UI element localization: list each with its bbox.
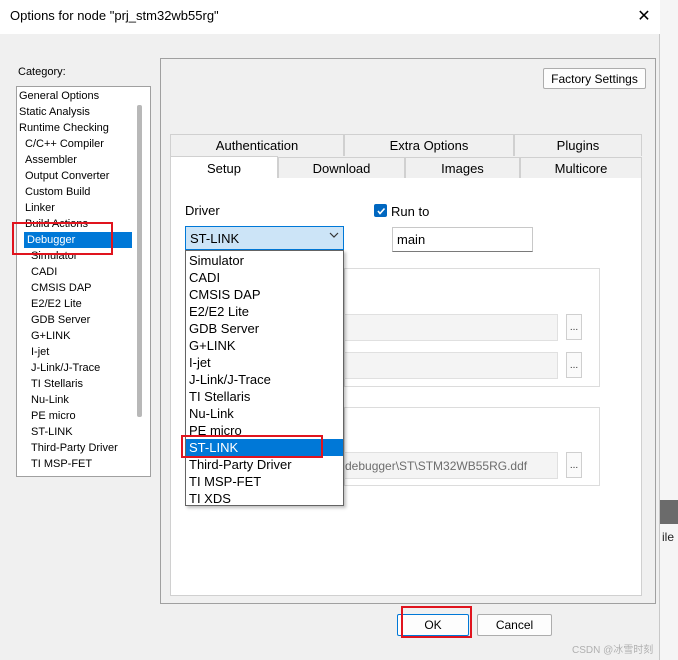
tab-setup[interactable]: Setup: [170, 156, 278, 179]
macro-browse-button-2[interactable]: ...: [566, 352, 582, 378]
driver-dropdown-list[interactable]: Simulator CADI CMSIS DAP E2/E2 Lite GDB Serv…: [185, 250, 344, 506]
category-scrollbar[interactable]: [137, 105, 142, 417]
category-item[interactable]: J-Link/J-Trace: [17, 360, 104, 376]
close-icon: ✕: [637, 8, 651, 25]
tab-images[interactable]: Images: [405, 157, 520, 179]
highlight-box-debugger: [12, 222, 113, 255]
driver-option[interactable]: J-Link/J-Trace: [186, 371, 343, 388]
run-to-input[interactable]: main: [392, 227, 533, 252]
category-item[interactable]: Linker: [17, 200, 59, 216]
macro-file-field-1: [344, 314, 558, 341]
category-item[interactable]: Nu-Link: [17, 392, 73, 408]
cancel-button[interactable]: Cancel: [477, 614, 552, 636]
run-to-label: Run to: [391, 204, 430, 219]
driver-option[interactable]: Third-Party Driver: [186, 456, 343, 473]
category-list[interactable]: General Options Static Analysis Runtime Ch…: [16, 86, 151, 477]
macro-browse-button-1[interactable]: ...: [566, 314, 582, 340]
category-item[interactable]: Third-Party Driver: [17, 440, 122, 456]
category-item[interactable]: G+LINK: [17, 328, 74, 344]
factory-settings-button[interactable]: Factory Settings: [543, 68, 646, 89]
tab-extra-options[interactable]: Extra Options: [344, 134, 514, 156]
category-item[interactable]: C/C++ Compiler: [17, 136, 108, 152]
background-window-block: [660, 500, 678, 524]
category-item[interactable]: CADI: [17, 264, 61, 280]
driver-option[interactable]: TI XDS: [186, 490, 343, 507]
driver-option[interactable]: TI Stellaris: [186, 388, 343, 405]
driver-option[interactable]: Simulator: [186, 252, 343, 269]
checkmark-icon: [376, 207, 385, 215]
category-item[interactable]: GDB Server: [17, 312, 94, 328]
driver-option[interactable]: G+LINK: [186, 337, 343, 354]
ddf-file-path: debugger\ST\STM32WB55RG.ddf: [345, 458, 528, 473]
category-item[interactable]: Assembler: [17, 152, 81, 168]
category-item[interactable]: General Options: [17, 88, 103, 104]
category-item[interactable]: E2/E2 Lite: [17, 296, 86, 312]
driver-option[interactable]: I-jet: [186, 354, 343, 371]
highlight-box-st-link: [181, 435, 323, 458]
driver-label: Driver: [185, 203, 220, 218]
tab-plugins[interactable]: Plugins: [514, 134, 642, 156]
window-title: Options for node "prj_stm32wb55rg": [10, 8, 219, 23]
driver-combobox-value: ST-LINK: [190, 230, 240, 246]
category-item[interactable]: Runtime Checking: [17, 120, 113, 136]
category-label: Category:: [18, 66, 66, 78]
driver-option[interactable]: GDB Server: [186, 320, 343, 337]
driver-option[interactable]: CADI: [186, 269, 343, 286]
category-item[interactable]: TI MSP-FET: [17, 456, 96, 472]
tab-multicore[interactable]: Multicore: [520, 157, 642, 179]
category-item[interactable]: Static Analysis: [17, 104, 94, 120]
run-to-checkbox[interactable]: [374, 204, 387, 217]
category-item[interactable]: PE micro: [17, 408, 80, 424]
tab-authentication[interactable]: Authentication: [170, 134, 344, 156]
category-item[interactable]: I-jet: [17, 344, 53, 360]
driver-option[interactable]: Nu-Link: [186, 405, 343, 422]
category-item[interactable]: Output Converter: [17, 168, 113, 184]
driver-option[interactable]: CMSIS DAP: [186, 286, 343, 303]
category-item[interactable]: ST-LINK: [17, 424, 77, 440]
ddf-browse-button[interactable]: ...: [566, 452, 582, 478]
driver-option[interactable]: E2/E2 Lite: [186, 303, 343, 320]
chevron-down-icon: [329, 230, 339, 243]
macro-file-field-2: [344, 352, 558, 379]
ddf-file-field: debugger\ST\STM32WB55RG.ddf: [344, 452, 558, 479]
close-button[interactable]: ✕: [630, 2, 658, 30]
category-item[interactable]: Custom Build: [17, 184, 94, 200]
tab-download[interactable]: Download: [278, 157, 405, 179]
background-window-text: ile: [662, 530, 675, 544]
category-item[interactable]: CMSIS DAP: [17, 280, 96, 296]
background-window-strip: [660, 0, 678, 660]
driver-combobox[interactable]: ST-LINK: [185, 226, 344, 250]
highlight-box-ok: [401, 606, 472, 638]
watermark: CSDN @冰雪时刻: [572, 645, 654, 656]
category-item[interactable]: TI Stellaris: [17, 376, 87, 392]
driver-option[interactable]: TI MSP-FET: [186, 473, 343, 490]
